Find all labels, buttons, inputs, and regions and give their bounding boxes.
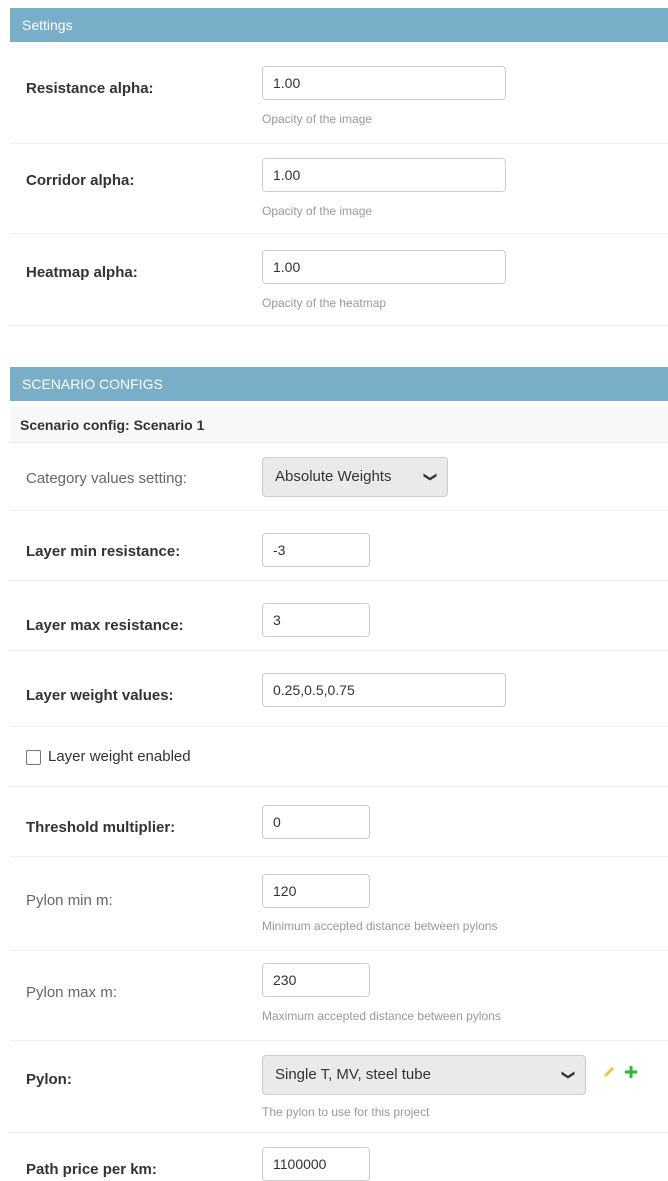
pylon-max-m-input[interactable]: 230 (262, 963, 370, 997)
category-values-selected: Absolute Weights (275, 468, 392, 485)
resistance-alpha-input[interactable]: 1.00 (262, 66, 506, 100)
corridor-alpha-label: Corridor alpha: (26, 172, 135, 189)
layer-weight-enabled-checkbox[interactable] (26, 750, 41, 765)
layer-weight-enabled-label[interactable]: Layer weight enabled (48, 748, 191, 765)
pylon-min-m-label: Pylon min m: (26, 892, 113, 909)
resistance-alpha-row: Resistance alpha: 1.00 Opacity of the im… (10, 42, 668, 144)
scenario-configs-header: SCENARIO CONFIGS (10, 367, 668, 401)
scenario-configs-fieldset: SCENARIO CONFIGS Scenario config: Scenar… (10, 367, 668, 1181)
resistance-alpha-label: Resistance alpha: (26, 80, 154, 97)
layer-max-resistance-input[interactable]: 3 (262, 603, 370, 637)
pylon-min-m-row: Pylon min m: 120 Minimum accepted distan… (10, 857, 668, 951)
path-price-input[interactable]: 1100000 (262, 1147, 370, 1181)
scenario-config-title: Scenario config: Scenario 1 (10, 407, 668, 443)
heatmap-alpha-label: Heatmap alpha: (26, 264, 138, 281)
layer-max-resistance-row: Layer max resistance: 3 (10, 581, 668, 651)
plus-icon-svg (625, 1066, 637, 1078)
pylon-label: Pylon: (26, 1071, 72, 1088)
plus-icon[interactable] (624, 1065, 638, 1084)
chevron-down-icon: ❯ (423, 471, 439, 483)
pylon-min-m-input[interactable]: 120 (262, 874, 370, 908)
pylon-min-m-help: Minimum accepted distance between pylons (262, 919, 498, 933)
chevron-down-icon: ❯ (561, 1069, 577, 1081)
threshold-multiplier-row: Threshold multiplier: 0 (10, 787, 668, 857)
threshold-multiplier-label: Threshold multiplier: (26, 819, 176, 836)
settings-header: Settings (10, 8, 668, 42)
category-values-row: Category values setting: Absolute Weight… (10, 443, 668, 511)
corridor-alpha-help: Opacity of the image (262, 204, 373, 218)
layer-weight-values-label: Layer weight values: (26, 687, 174, 704)
resistance-alpha-help: Opacity of the image (262, 112, 373, 126)
pylon-selected: Single T, MV, steel tube (275, 1066, 431, 1083)
pencil-icon[interactable] (602, 1065, 616, 1084)
category-values-label: Category values setting: (26, 470, 187, 487)
layer-weight-enabled-row: Layer weight enabled (10, 727, 668, 787)
layer-min-resistance-row: Layer min resistance: -3 (10, 511, 668, 581)
layer-min-resistance-input[interactable]: -3 (262, 533, 370, 567)
heatmap-alpha-help: Opacity of the heatmap (262, 296, 387, 310)
pencil-icon-svg (604, 1067, 614, 1077)
threshold-multiplier-input[interactable]: 0 (262, 805, 370, 839)
layer-weight-values-row: Layer weight values: 0.25,0.5,0.75 (10, 651, 668, 727)
settings-fieldset: Settings Resistance alpha: 1.00 Opacity … (10, 8, 668, 328)
pylon-max-m-row: Pylon max m: 230 Maximum accepted distan… (10, 951, 668, 1041)
pylon-row: Pylon: Single T, MV, steel tube ❯ The py… (10, 1041, 668, 1133)
pylon-select[interactable]: Single T, MV, steel tube ❯ (262, 1055, 586, 1095)
path-price-row: Path price per km: 1100000 (10, 1133, 668, 1181)
layer-weight-values-input[interactable]: 0.25,0.5,0.75 (262, 673, 506, 707)
category-values-select[interactable]: Absolute Weights ❯ (262, 457, 448, 497)
pylon-max-m-label: Pylon max m: (26, 984, 117, 1001)
heatmap-alpha-row: Heatmap alpha: 1.00 Opacity of the heatm… (10, 234, 668, 326)
path-price-label: Path price per km: (26, 1161, 157, 1178)
corridor-alpha-row: Corridor alpha: 1.00 Opacity of the imag… (10, 144, 668, 234)
pylon-help: The pylon to use for this project (262, 1105, 430, 1119)
heatmap-alpha-input[interactable]: 1.00 (262, 250, 506, 284)
pylon-max-m-help: Maximum accepted distance between pylons (262, 1009, 501, 1023)
layer-min-resistance-label: Layer min resistance: (26, 543, 181, 560)
corridor-alpha-input[interactable]: 1.00 (262, 158, 506, 192)
layer-max-resistance-label: Layer max resistance: (26, 617, 184, 634)
